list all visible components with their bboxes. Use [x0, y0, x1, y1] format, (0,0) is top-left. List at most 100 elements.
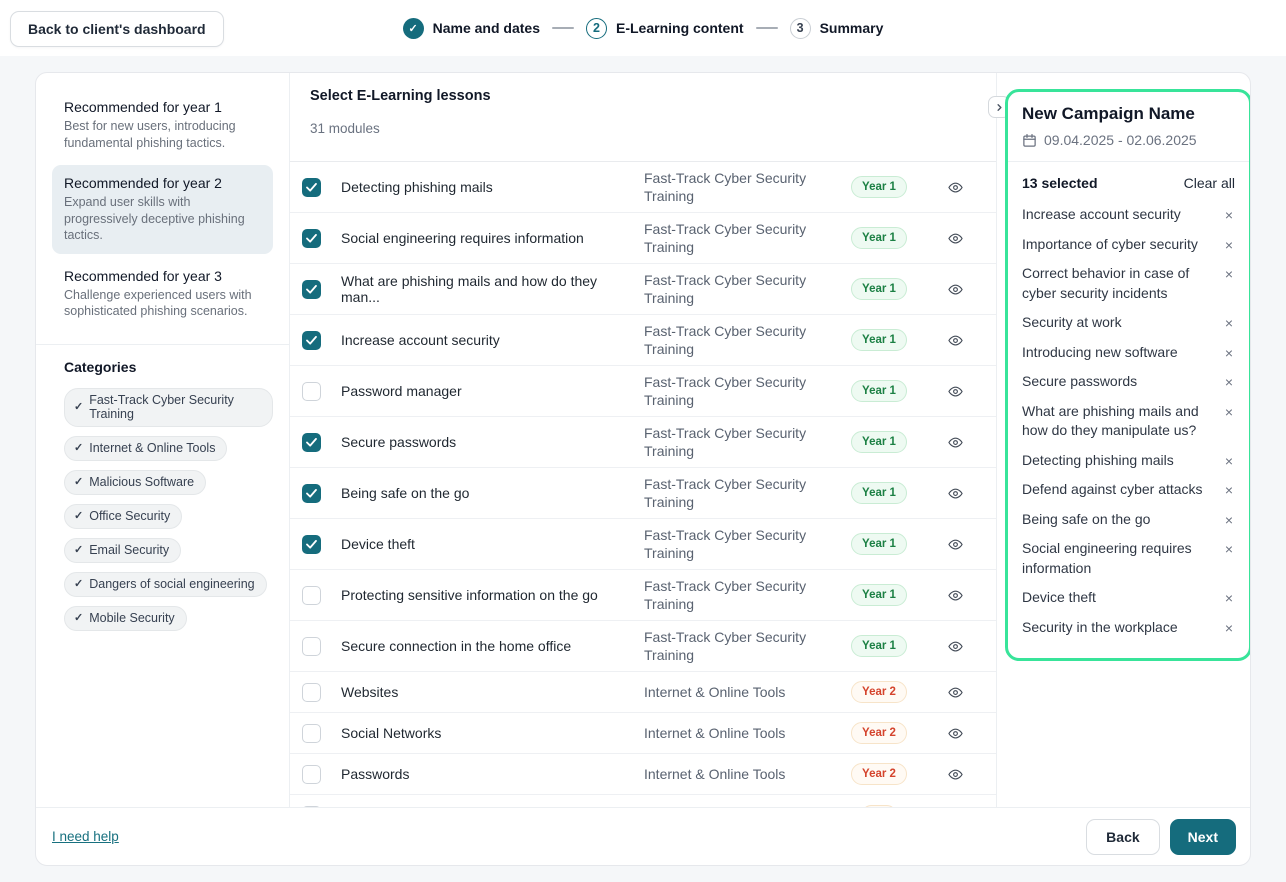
- remove-lesson-button[interactable]: ×: [1225, 372, 1235, 389]
- category-chip-label: Malicious Software: [89, 475, 194, 489]
- lesson-category: Fast-Track Cyber Security Training: [644, 373, 844, 409]
- lesson-title: Protecting sensitive information on the …: [341, 587, 644, 603]
- preview-lesson-button[interactable]: [947, 767, 964, 782]
- lesson-checkbox[interactable]: [302, 586, 321, 605]
- lesson-category: Internet & Online Tools: [644, 724, 844, 742]
- lesson-checkbox[interactable]: [302, 683, 321, 702]
- year-badge: Year 1: [851, 482, 907, 504]
- recommendation-title: Recommended for year 2: [64, 175, 261, 191]
- step-1[interactable]: ✓Name and dates: [403, 18, 540, 39]
- selected-lesson-item: Device theft×: [1022, 583, 1235, 613]
- preview-lesson-button[interactable]: [947, 384, 964, 399]
- lesson-checkbox[interactable]: [302, 433, 321, 452]
- preview-lesson-button[interactable]: [947, 231, 964, 246]
- recommendation-item-year-1[interactable]: Recommended for year 1Best for new users…: [52, 89, 273, 161]
- remove-lesson-button[interactable]: ×: [1225, 480, 1235, 497]
- remove-lesson-button[interactable]: ×: [1225, 402, 1235, 419]
- year-badge: Year 1: [851, 227, 907, 249]
- table-row: Social engineering requires informationF…: [290, 213, 996, 264]
- lesson-checkbox[interactable]: [302, 637, 321, 656]
- preview-lesson-button[interactable]: [947, 435, 964, 450]
- recommendation-description: Best for new users, introducing fundamen…: [64, 118, 261, 151]
- remove-lesson-button[interactable]: ×: [1225, 235, 1235, 252]
- wizard-card: Recommended for year 1Best for new users…: [35, 72, 1251, 866]
- preview-lesson-button[interactable]: [947, 685, 964, 700]
- selected-lesson-label: Defend against cyber attacks: [1022, 480, 1203, 500]
- category-chip[interactable]: ✓Internet & Online Tools: [64, 436, 227, 461]
- wizard-footer: I need help Back Next: [36, 807, 1251, 865]
- table-row: Increase account securityFast-Track Cybe…: [290, 315, 996, 366]
- lesson-title: Device theft: [341, 536, 644, 552]
- lesson-checkbox[interactable]: [302, 331, 321, 350]
- category-chip[interactable]: ✓Dangers of social engineering: [64, 572, 267, 597]
- remove-lesson-button[interactable]: ×: [1225, 264, 1235, 281]
- lesson-checkbox[interactable]: [302, 765, 321, 784]
- lesson-category: Fast-Track Cyber Security Training: [644, 322, 844, 358]
- selected-count: 13 selected: [1022, 175, 1098, 191]
- selected-lesson-label: Importance of cyber security: [1022, 235, 1198, 255]
- table-row: Secure passwordsFast-Track Cyber Securit…: [290, 417, 996, 468]
- selected-lesson-label: Increase account security: [1022, 205, 1181, 225]
- lesson-title: Being safe on the go: [341, 485, 644, 501]
- category-chip[interactable]: ✓Malicious Software: [64, 470, 206, 495]
- lesson-checkbox[interactable]: [302, 280, 321, 299]
- back-to-dashboard-button[interactable]: Back to client's dashboard: [10, 11, 224, 47]
- back-button[interactable]: Back: [1086, 819, 1159, 855]
- category-chip-label: Fast-Track Cyber Security Training: [89, 393, 261, 421]
- help-link[interactable]: I need help: [52, 829, 119, 844]
- category-chip[interactable]: ✓Email Security: [64, 538, 181, 563]
- preview-lesson-button[interactable]: [947, 537, 964, 552]
- lesson-checkbox[interactable]: [302, 178, 321, 197]
- eye-icon: [947, 767, 964, 782]
- category-chip[interactable]: ✓Office Security: [64, 504, 182, 529]
- preview-lesson-button[interactable]: [947, 486, 964, 501]
- eye-icon: [947, 726, 964, 741]
- step-3[interactable]: 3Summary: [790, 18, 884, 39]
- selected-lesson-item: Social engineering requires information×: [1022, 534, 1235, 583]
- recommendation-item-year-3[interactable]: Recommended for year 3Challenge experien…: [52, 258, 273, 330]
- remove-lesson-button[interactable]: ×: [1225, 618, 1235, 635]
- eye-icon: [947, 486, 964, 501]
- eye-icon: [947, 231, 964, 246]
- year-badge: Year 1: [851, 278, 907, 300]
- step-label: E-Learning content: [616, 20, 744, 36]
- remove-lesson-button[interactable]: ×: [1225, 539, 1235, 556]
- preview-lesson-button[interactable]: [947, 333, 964, 348]
- preview-lesson-button[interactable]: [947, 588, 964, 603]
- remove-lesson-button[interactable]: ×: [1225, 588, 1235, 605]
- remove-lesson-button[interactable]: ×: [1225, 510, 1235, 527]
- table-row: Social NetworksInternet & Online ToolsYe…: [290, 713, 996, 754]
- preview-lesson-button[interactable]: [947, 180, 964, 195]
- next-button[interactable]: Next: [1170, 819, 1236, 855]
- selected-lesson-item: Defend against cyber attacks ×: [1022, 475, 1235, 505]
- step-separator: [552, 27, 574, 29]
- lesson-category: Fast-Track Cyber Security Training: [644, 220, 844, 256]
- remove-lesson-button[interactable]: ×: [1225, 205, 1235, 222]
- step-2[interactable]: 2E-Learning content: [586, 18, 744, 39]
- remove-lesson-button[interactable]: ×: [1225, 313, 1235, 330]
- preview-lesson-button[interactable]: [947, 282, 964, 297]
- selected-lesson-item: What are phishing mails and how do they …: [1022, 397, 1235, 446]
- year-badge: Year 2: [851, 763, 907, 785]
- lesson-checkbox[interactable]: [302, 484, 321, 503]
- preview-lesson-button[interactable]: [947, 639, 964, 654]
- remove-lesson-button[interactable]: ×: [1225, 451, 1235, 468]
- lesson-title: Detecting phishing mails: [341, 179, 644, 195]
- lesson-checkbox[interactable]: [302, 535, 321, 554]
- lesson-checkbox[interactable]: [302, 229, 321, 248]
- lesson-checkbox[interactable]: [302, 382, 321, 401]
- lesson-checkbox[interactable]: [302, 724, 321, 743]
- category-chip[interactable]: ✓Fast-Track Cyber Security Training: [64, 388, 273, 427]
- lesson-category: Fast-Track Cyber Security Training: [644, 628, 844, 664]
- clear-all-button[interactable]: Clear all: [1184, 175, 1235, 191]
- remove-lesson-button[interactable]: ×: [1225, 343, 1235, 360]
- selected-lessons-list: Increase account security × Importance of …: [1022, 200, 1235, 642]
- category-chip[interactable]: ✓Mobile Security: [64, 606, 187, 631]
- category-chip-label: Internet & Online Tools: [89, 441, 215, 455]
- preview-lesson-button[interactable]: [947, 726, 964, 741]
- selected-lesson-item: Increase account security ×: [1022, 200, 1235, 230]
- lesson-title: Password manager: [341, 383, 644, 399]
- recommendation-item-year-2[interactable]: Recommended for year 2Expand user skills…: [52, 165, 273, 254]
- campaign-summary-panel: New Campaign Name 09.04.2025 - 02.06.202…: [1005, 89, 1251, 661]
- selected-lesson-item: Security at work×: [1022, 308, 1235, 338]
